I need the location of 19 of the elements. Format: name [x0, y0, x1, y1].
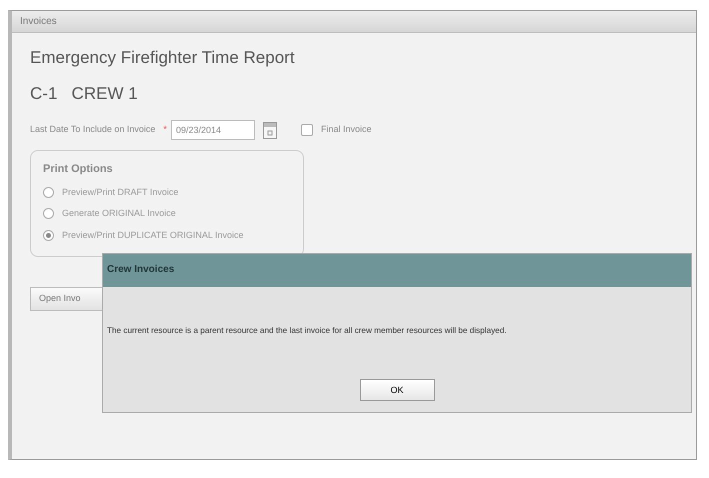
option-label: Generate ORIGINAL Invoice [62, 207, 176, 220]
radio-button[interactable] [43, 208, 54, 220]
dialog-title: Crew Invoices [103, 254, 691, 287]
dialog-message: The current resource is a parent resource and the last invoice for all crew member resources will be displayed. [107, 325, 508, 337]
option-label: Preview/Print DUPLICATE ORIGINAL Invoice [62, 228, 244, 242]
panel-title: Print Options [43, 162, 114, 177]
radio-button[interactable] [43, 230, 54, 241]
required-icon: * [163, 123, 167, 137]
final-invoice-checkbox[interactable] [300, 124, 313, 136]
option-label: Preview/Print DRAFT Invoice [62, 186, 178, 198]
calendar-icon[interactable] [262, 122, 277, 138]
date-label: Last Date To Include on Invoice [30, 123, 156, 136]
ok-button[interactable]: OK [360, 379, 434, 402]
window-title: Invoices [12, 11, 696, 33]
page-heading: Emergency Firefighter Time Report [30, 47, 296, 69]
radio-button[interactable] [43, 186, 54, 198]
crew-heading: C-1 CREW 1 [30, 82, 139, 104]
date-field[interactable]: 09/23/2014 [170, 120, 255, 140]
final-invoice-label: Final Invoice [320, 123, 372, 136]
